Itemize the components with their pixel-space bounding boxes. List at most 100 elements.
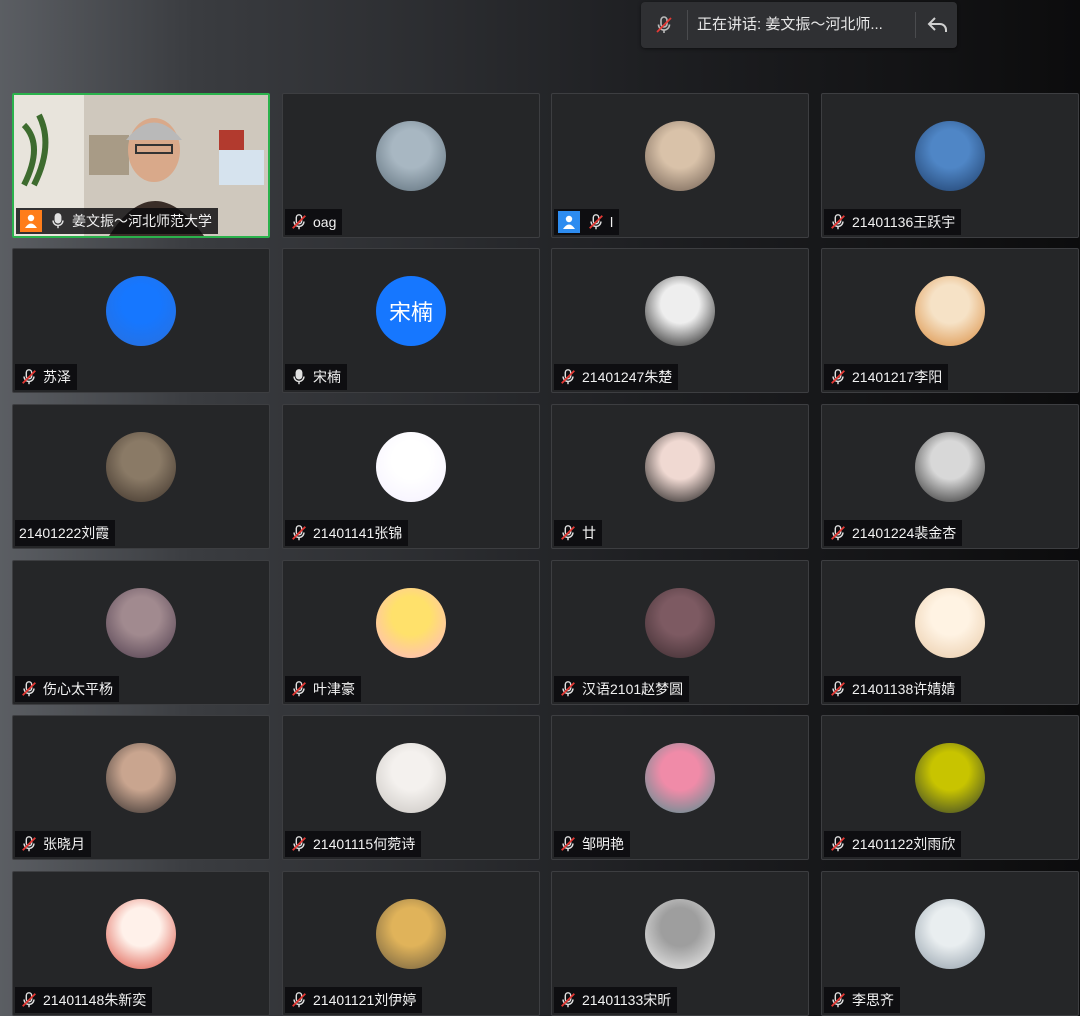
- avatar: 宋楠: [376, 276, 446, 346]
- mic-muted-icon: [558, 523, 578, 543]
- participant-label: 21401136王跃宇: [824, 209, 962, 235]
- avatar: [376, 743, 446, 813]
- avatar: [915, 276, 985, 346]
- participant-tile[interactable]: 21401217李阳: [821, 248, 1079, 393]
- avatar: [645, 276, 715, 346]
- participant-tile[interactable]: 姜文振～河北师范大学: [12, 93, 270, 238]
- participant-name: 廿: [582, 525, 596, 541]
- participant-tile[interactable]: oag: [282, 93, 540, 238]
- avatar: [106, 276, 176, 346]
- participant-tile[interactable]: 苏泽: [12, 248, 270, 393]
- participant-tile[interactable]: 张晓月: [12, 715, 270, 860]
- participant-label: 21401141张锦: [285, 520, 409, 546]
- participant-name: 邹明艳: [582, 836, 624, 852]
- avatar: [645, 121, 715, 191]
- participant-name: 伤心太平杨: [43, 681, 113, 697]
- participant-name: 21401121刘伊婷: [313, 992, 417, 1008]
- return-icon[interactable]: [919, 2, 957, 48]
- participant-tile[interactable]: 21401148朱新奕: [12, 871, 270, 1016]
- mic-muted-icon: [828, 367, 848, 387]
- mic-muted-icon: [828, 212, 848, 232]
- mic-muted-icon: [558, 367, 578, 387]
- participant-name: 李思齐: [852, 992, 894, 1008]
- avatar: [915, 121, 985, 191]
- participant-tile[interactable]: 21401247朱楚: [551, 248, 809, 393]
- mic-muted-icon: [828, 679, 848, 699]
- participant-tile[interactable]: 廿: [551, 404, 809, 549]
- avatar: [645, 899, 715, 969]
- mic-muted-icon: [289, 990, 309, 1010]
- avatar: [645, 588, 715, 658]
- participant-label: oag: [285, 209, 343, 235]
- participant-tile[interactable]: 叶津豪: [282, 560, 540, 705]
- participant-label: 宋楠: [285, 364, 347, 390]
- participant-tile[interactable]: l: [551, 93, 809, 238]
- participant-name: l: [610, 214, 614, 230]
- participant-tile[interactable]: 21401222刘霞: [12, 404, 270, 549]
- participant-name: 21401224裴金杏: [852, 525, 957, 541]
- mic-muted-icon: [558, 990, 578, 1010]
- participant-label: 21401224裴金杏: [824, 520, 963, 546]
- participant-name: 21401222刘霞: [19, 525, 110, 541]
- participant-label: 伤心太平杨: [15, 676, 119, 702]
- host-badge-icon: [20, 210, 42, 232]
- avatar: [915, 743, 985, 813]
- speaking-indicator-bar: 正在讲话: 姜文振～河北师...: [641, 2, 957, 48]
- participant-name: 苏泽: [43, 369, 71, 385]
- participant-name: 叶津豪: [313, 681, 355, 697]
- avatar: [376, 899, 446, 969]
- participant-label: 叶津豪: [285, 676, 361, 702]
- mic-muted-icon[interactable]: [641, 2, 687, 48]
- participant-label: 苏泽: [15, 364, 77, 390]
- participant-tile[interactable]: 21401136王跃宇: [821, 93, 1079, 238]
- participant-tile[interactable]: 李思齐: [821, 871, 1079, 1016]
- participant-name: 21401138许婧婧: [852, 681, 956, 697]
- participant-tile[interactable]: 21401122刘雨欣: [821, 715, 1079, 860]
- participant-label: 21401217李阳: [824, 364, 949, 390]
- speaking-text: 正在讲话: 姜文振～河北师...: [697, 16, 883, 33]
- participant-label: 21401247朱楚: [554, 364, 679, 390]
- participant-name: 21401133宋昕: [582, 992, 672, 1008]
- mic-muted-icon: [828, 523, 848, 543]
- participant-tile[interactable]: 21401224裴金杏: [821, 404, 1079, 549]
- participant-label: 汉语2101赵梦圆: [554, 676, 690, 702]
- mic-muted-icon: [19, 679, 39, 699]
- participant-label: 21401121刘伊婷: [285, 987, 423, 1013]
- participant-name: 21401217李阳: [852, 369, 943, 385]
- participant-label: 21401222刘霞: [15, 520, 116, 546]
- participant-name: 汉语2101赵梦圆: [582, 681, 684, 697]
- mic-muted-icon: [289, 679, 309, 699]
- participant-tile[interactable]: 21401138许婧婧: [821, 560, 1079, 705]
- participant-tile[interactable]: 21401121刘伊婷: [282, 871, 540, 1016]
- participant-label: 21401148朱新奕: [15, 987, 153, 1013]
- participant-tile[interactable]: 邹明艳: [551, 715, 809, 860]
- mic-muted-icon: [558, 679, 578, 699]
- mic-icon: [48, 211, 68, 231]
- participant-tile[interactable]: 伤心太平杨: [12, 560, 270, 705]
- participant-name: 21401115何菀诗: [313, 836, 416, 852]
- divider: [915, 12, 916, 38]
- user-badge-icon: [558, 211, 580, 233]
- avatar: [376, 121, 446, 191]
- participant-tile[interactable]: 21401133宋昕: [551, 871, 809, 1016]
- participant-label: 李思齐: [824, 987, 900, 1013]
- participant-tile[interactable]: 汉语2101赵梦圆: [551, 560, 809, 705]
- mic-muted-icon: [289, 523, 309, 543]
- avatar: [915, 588, 985, 658]
- participant-label: 21401133宋昕: [554, 987, 678, 1013]
- avatar: [645, 743, 715, 813]
- mic-muted-icon: [19, 990, 39, 1010]
- participant-name: 21401136王跃宇: [852, 214, 956, 230]
- participant-name: 21401148朱新奕: [43, 992, 147, 1008]
- participant-tile[interactable]: 21401141张锦: [282, 404, 540, 549]
- participant-name: 姜文振～河北师范大学: [72, 213, 212, 229]
- participant-name: 21401141张锦: [313, 525, 403, 541]
- participant-tile[interactable]: 宋楠 宋楠: [282, 248, 540, 393]
- participant-tile[interactable]: 21401115何菀诗: [282, 715, 540, 860]
- participant-label: 姜文振～河北师范大学: [16, 208, 218, 234]
- participant-label: 21401115何菀诗: [285, 831, 422, 857]
- participant-name: oag: [313, 214, 337, 230]
- participant-name: 21401247朱楚: [582, 369, 673, 385]
- participant-label: 21401122刘雨欣: [824, 831, 962, 857]
- participant-name: 张晓月: [43, 836, 85, 852]
